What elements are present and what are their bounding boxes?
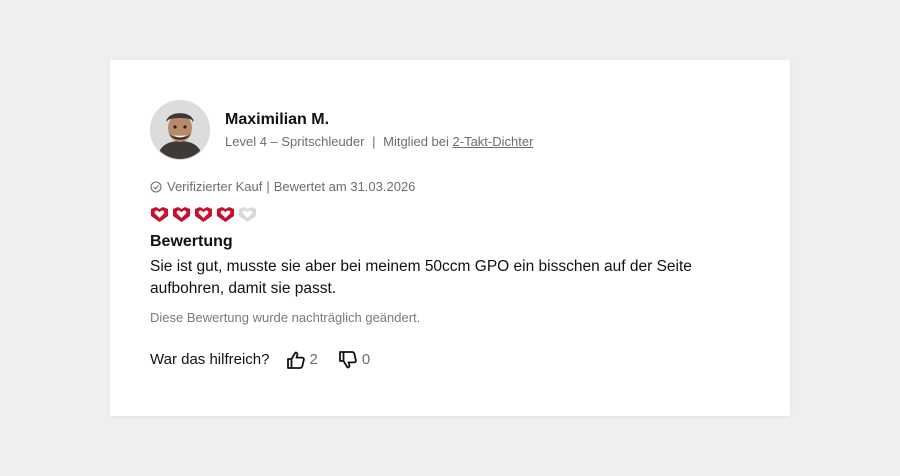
heart-badge-icon [217,207,234,222]
heart-badge-icon [195,207,212,222]
helpful-question: War das hilfreich? [150,351,270,368]
check-circle-icon [150,181,162,193]
verify-separator: | [266,179,270,194]
heart-badge-icon [151,207,168,222]
helpful-row: War das hilfreich? 2 0 [150,348,370,372]
avatar[interactable] [150,100,210,160]
verified-purchase: Verifizierter Kauf [167,179,263,194]
user-name[interactable]: Maximilian M. [225,110,533,130]
review-title: Bewertung [150,233,233,250]
vote-up-count: 2 [309,351,318,368]
vote-down-button[interactable]: 0 [338,348,370,372]
edited-note: Diese Bewertung wurde nachträglich geänd… [150,310,421,325]
verification-line: Verifizierter Kauf | Bewertet am 31.03.2… [150,179,415,195]
rating-hearts [150,206,257,223]
vote-down-count: 0 [361,351,371,368]
review-date: Bewertet am 31.03.2026 [273,179,416,194]
avatar-image [151,101,209,159]
review-card: Maximilian M. Level 4 – Spritschleuder |… [110,60,790,416]
heart-badge-icon [239,207,256,222]
meta-separator: | [372,134,376,149]
user-info: Maximilian M. Level 4 – Spritschleuder |… [225,110,533,150]
thumbs-down-icon [338,351,357,369]
review-header: Maximilian M. Level 4 – Spritschleuder |… [150,100,533,160]
thumbs-up-icon [286,351,305,369]
vote-up-button[interactable]: 2 [286,348,318,372]
heart-badge-icon [173,207,190,222]
member-link[interactable]: 2-Takt-Dichter [453,134,534,149]
user-level: Level 4 – Spritschleuder [225,134,365,149]
member-prefix: Mitglied bei [383,134,449,149]
review-body: Sie ist gut, musste sie aber bei meinem … [150,258,692,297]
user-meta: Level 4 – Spritschleuder | Mitglied bei … [225,134,533,150]
